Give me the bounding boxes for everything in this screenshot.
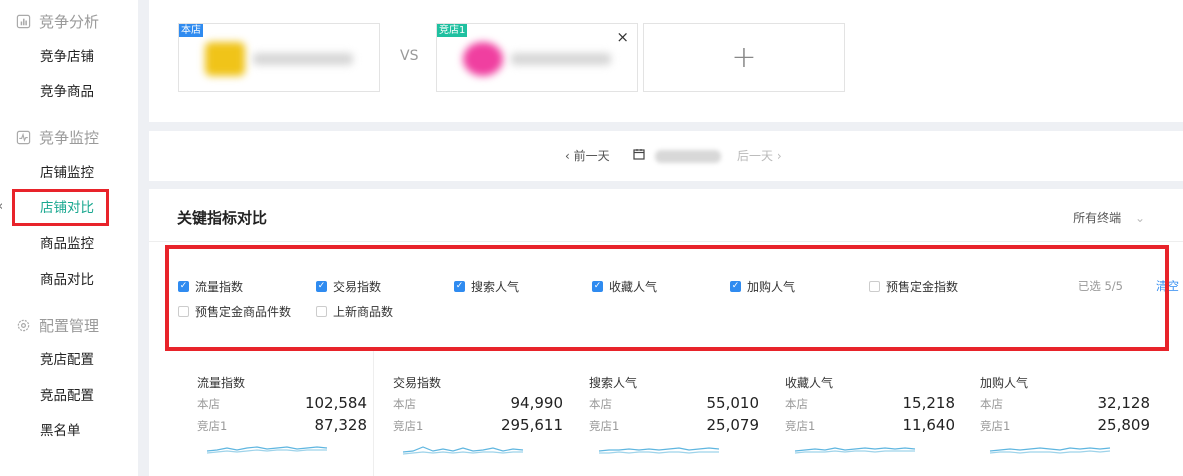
calendar-icon[interactable] [633, 147, 645, 165]
metric-card[interactable]: 加购人气 本店 32,128 竞店1 25,809 [980, 374, 1150, 456]
sidebar-item-store-monitor[interactable]: 店铺监控 [40, 163, 94, 183]
next-day-label: 后一天 [737, 149, 774, 163]
store-name-blurred [511, 53, 611, 65]
own-store-tag: 本店 [179, 24, 203, 37]
own-label: 本店 [980, 397, 1003, 411]
prev-day-label: 前一天 [573, 149, 610, 163]
own-label: 本店 [197, 397, 220, 411]
competitor-value: 11,640 [902, 416, 956, 434]
store-name-blurred [253, 53, 353, 65]
monitor-icon [16, 130, 31, 144]
metric-title: 交易指数 [393, 376, 442, 390]
sidebar-group-competition-analysis[interactable]: 竞争分析 [16, 11, 99, 31]
metric-title: 流量指数 [197, 376, 246, 390]
store-logo [463, 42, 503, 76]
metric-card[interactable]: 搜索人气 本店 55,010 竞店1 25,079 [589, 374, 759, 456]
competitor-label: 竞店1 [589, 419, 620, 433]
chevron-down-icon: ⌄ [1134, 211, 1145, 225]
competitor-store-card[interactable]: 竞店1 × [436, 23, 638, 92]
sidebar-item-blacklist[interactable]: 黑名单 [40, 421, 81, 441]
sidebar-item-product-monitor[interactable]: 商品监控 [40, 234, 94, 254]
metric-title: 搜索人气 [589, 376, 638, 390]
divider [149, 241, 1183, 242]
own-value: 102,584 [304, 394, 367, 412]
section-title: 关键指标对比 [177, 209, 268, 227]
metric-card[interactable]: 流量指数 本店 102,584 竞店1 87,328 [197, 374, 367, 456]
sidebar-item-competitor-stores[interactable]: 竞争店铺 [40, 47, 94, 67]
competitor-value: 25,079 [706, 416, 760, 434]
competitor-label: 竞店1 [785, 419, 816, 433]
sidebar-group-label: 竞争分析 [39, 12, 100, 31]
terminal-select[interactable]: 所有终端 ⌄ [1073, 209, 1145, 226]
chevron-right-icon: › [773, 149, 782, 163]
sidebar: 竞争分析 竞争店铺 竞争商品 竞争监控 店铺监控 店铺对比 商品监控 商品对比 … [0, 0, 138, 476]
gear-icon [17, 319, 30, 331]
store-compare-panel: 本店 VS 竞店1 × + [149, 0, 1183, 122]
sparkline [598, 447, 720, 454]
competitor-value: 25,809 [1097, 416, 1151, 434]
sidebar-item-competitor-store-config[interactable]: 竞店配置 [40, 350, 94, 370]
sparkline [989, 447, 1111, 454]
metric-title: 加购人气 [980, 376, 1029, 390]
sidebar-item-competitor-product-config[interactable]: 竞品配置 [40, 386, 94, 406]
store-logo [205, 42, 245, 76]
prev-day-button[interactable]: ‹ 前一天 [565, 147, 610, 165]
vs-label: VS [400, 48, 419, 64]
metric-title: 收藏人气 [785, 376, 834, 390]
active-item-highlight [12, 189, 109, 226]
chevron-left-icon: ‹ [0, 199, 3, 214]
next-day-button[interactable]: 后一天 › [737, 147, 782, 165]
divider [373, 351, 374, 476]
sidebar-group-label: 配置管理 [39, 316, 100, 335]
own-label: 本店 [393, 397, 416, 411]
competitor-label: 竞店1 [980, 419, 1011, 433]
own-value: 55,010 [706, 394, 760, 412]
sparkline [206, 446, 328, 454]
own-value: 32,128 [1097, 394, 1151, 412]
date-value-blurred[interactable] [655, 150, 721, 163]
close-icon[interactable]: × [616, 28, 629, 46]
chart-icon [16, 14, 31, 28]
competitor-value: 295,611 [500, 416, 563, 434]
own-value: 15,218 [902, 394, 956, 412]
sparkline [402, 446, 524, 455]
plus-icon: + [731, 40, 757, 75]
sidebar-group-competition-monitor[interactable]: 竞争监控 [16, 127, 99, 147]
competitor-label: 竞店1 [393, 419, 424, 433]
own-label: 本店 [589, 397, 612, 411]
date-bar: ‹ 前一天 后一天 › [149, 131, 1183, 181]
sidebar-group-label: 竞争监控 [39, 128, 100, 147]
sparkline [794, 447, 916, 454]
own-value: 94,990 [510, 394, 564, 412]
competitor-label: 竞店1 [197, 419, 228, 433]
sidebar-item-product-compare[interactable]: 商品对比 [40, 270, 94, 290]
metric-card[interactable]: 收藏人气 本店 15,218 竞店1 11,640 [785, 374, 955, 456]
terminal-select-value: 所有终端 [1073, 211, 1122, 225]
checkbox-area-highlight [165, 245, 1169, 351]
own-store-card[interactable]: 本店 [178, 23, 380, 92]
competitor-value: 87,328 [314, 416, 368, 434]
sidebar-item-competitor-products[interactable]: 竞争商品 [40, 82, 94, 102]
metric-card[interactable]: 交易指数 本店 94,990 竞店1 295,611 [393, 374, 563, 456]
chevron-left-icon: ‹ [565, 149, 574, 163]
competitor-store-tag: 竞店1 [437, 24, 468, 37]
own-label: 本店 [785, 397, 808, 411]
add-store-card[interactable]: + [643, 23, 845, 92]
sidebar-group-config[interactable]: 配置管理 [16, 315, 99, 335]
